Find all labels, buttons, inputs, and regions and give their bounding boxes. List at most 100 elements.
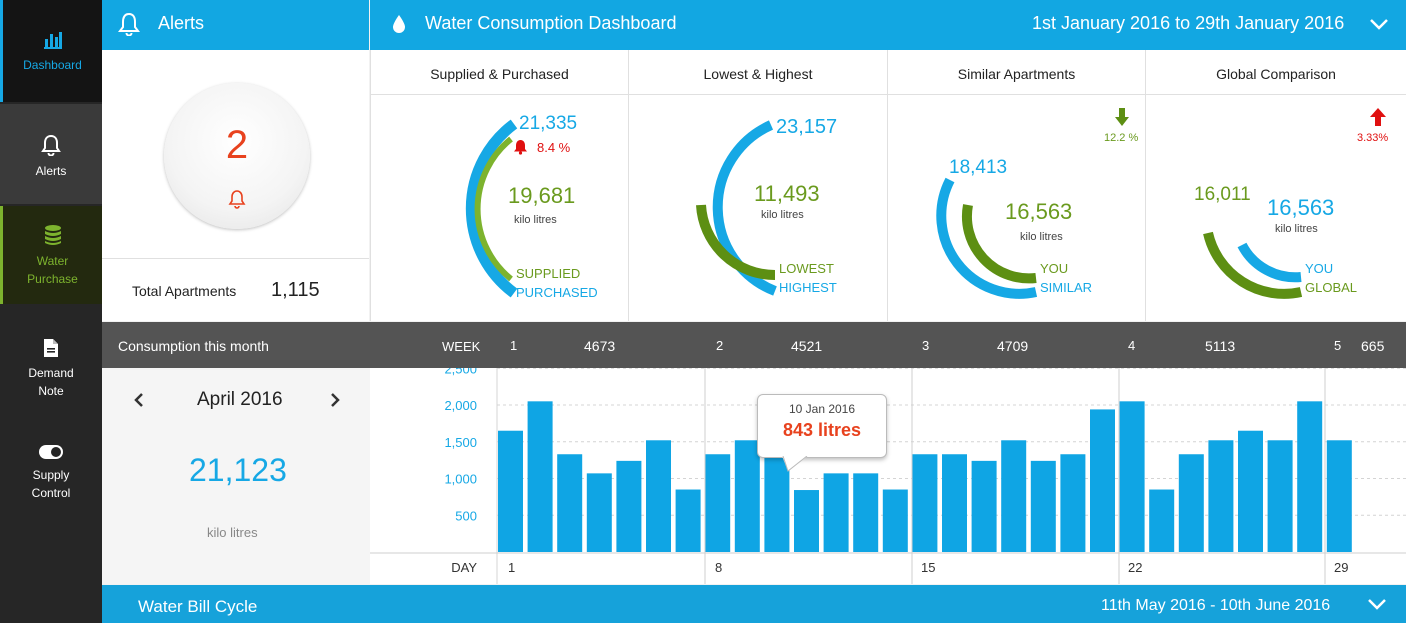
legend-you: YOU — [1040, 261, 1069, 276]
week-label: WEEK — [442, 339, 481, 354]
chart-bar — [646, 440, 671, 552]
legend-you: YOU — [1305, 261, 1334, 276]
week-number: 4 — [1128, 338, 1136, 353]
month-total: 21,123 — [189, 452, 287, 488]
bell-icon — [228, 190, 246, 209]
chart-bar — [1326, 440, 1352, 552]
week-value: 5113 — [1205, 338, 1236, 354]
sidebar-item-water-purchase[interactable]: Water Purchase — [0, 206, 102, 304]
chart-svg: 2,500 2,000 1,500 1,000 500 DAY 1 8 15 22 29 — [370, 361, 1406, 584]
chart-bar — [1297, 401, 1323, 552]
consumption-header: Consumption this month WEEK 1 4673 2 452… — [102, 322, 1406, 368]
chart-tooltip: 10 Jan 2016 843 litres — [757, 394, 887, 472]
card-supplied-purchased: Supplied & Purchased 21,335 8.4 % 19,681… — [370, 50, 628, 321]
chart-bar — [1119, 401, 1145, 552]
chart-bar — [1001, 440, 1027, 552]
day-tick-label: 8 — [715, 560, 722, 575]
change-percent: 3.33% — [1357, 132, 1389, 144]
legend-lowest: LOWEST — [779, 261, 834, 276]
unit-label: kilo litres — [761, 209, 804, 221]
tooltip-pointer — [782, 456, 808, 472]
sidebar: Dashboard Alerts Water Purchase Demand N… — [0, 0, 102, 623]
legend-supplied: SUPPLIED — [516, 266, 581, 281]
chevron-down-icon[interactable] — [1369, 17, 1389, 31]
y-tick-label: 1,500 — [444, 435, 477, 450]
chevron-left-icon[interactable] — [133, 392, 145, 408]
similar-value: 18,413 — [949, 157, 1008, 178]
sidebar-item-label: Dashboard — [23, 58, 82, 72]
card-lowest-highest: Lowest & Highest 23,157 11,493 kilo litr… — [628, 50, 887, 321]
sidebar-item-label: Purchase — [27, 272, 78, 286]
sidebar-item-dashboard[interactable]: Dashboard — [0, 0, 102, 102]
daily-consumption-chart: 2,500 2,000 1,500 1,000 500 DAY 1 8 15 22 29 — [370, 361, 1406, 584]
legend-highest: HIGHEST — [779, 280, 837, 295]
sidebar-item-label: Control — [31, 486, 71, 500]
page-title: Water Consumption Dashboard — [425, 13, 677, 33]
current-month: April 2016 — [197, 389, 283, 410]
legend-similar: SIMILAR — [1040, 280, 1093, 295]
total-label: Total Apartments — [132, 283, 237, 299]
bell-icon — [514, 140, 527, 155]
arrow-down-icon — [1115, 108, 1129, 126]
day-axis-label: DAY — [451, 560, 477, 575]
chart-bar — [1030, 460, 1056, 552]
sidebar-item-supply-control[interactable]: Supply Control — [0, 444, 102, 524]
sidebar-item-demand-note[interactable]: Demand Note — [0, 336, 102, 416]
lowest-value: 11,493 — [754, 181, 820, 206]
document-icon — [44, 339, 58, 357]
sidebar-item-label: Alerts — [35, 164, 67, 178]
chart-bar — [942, 454, 967, 552]
chart-bar — [823, 473, 849, 552]
week-number: 3 — [922, 338, 930, 353]
unit-label: kilo litres — [514, 214, 557, 226]
chart-bar — [794, 490, 819, 552]
day-tick-label: 1 — [508, 560, 515, 575]
chart-bar — [734, 440, 760, 552]
chart-bar — [912, 454, 938, 552]
chart-bar — [1060, 454, 1086, 552]
chart-bar — [1090, 409, 1115, 552]
day-tick-label: 22 — [1128, 560, 1142, 575]
chart-bar — [1178, 454, 1204, 552]
unit-label: kilo litres — [1275, 223, 1318, 235]
tooltip-value: 843 litres — [782, 420, 862, 440]
chart-bar — [616, 460, 642, 552]
toggle-icon — [39, 445, 63, 459]
bill-cycle-dates: 11th May 2016 - 10th June 2016 — [1101, 597, 1331, 614]
highest-value: 23,157 — [776, 116, 838, 138]
chart-bar — [1149, 489, 1175, 552]
alerts-header: Alerts — [102, 0, 369, 50]
day-tick-label: 15 — [921, 560, 935, 575]
consumption-title: Consumption this month — [118, 338, 269, 354]
chart-bar — [675, 489, 701, 552]
month-panel: April 2016 21,123 kilo litres — [102, 368, 370, 584]
y-tick-label: 2,000 — [444, 398, 477, 413]
bell-icon — [41, 134, 61, 156]
alert-counter[interactable]: 2 — [164, 83, 310, 229]
y-tick-label: 500 — [455, 508, 477, 523]
unit-label: kilo litres — [1020, 231, 1063, 243]
sidebar-item-alerts[interactable]: Alerts — [0, 104, 102, 204]
card-title: Similar Apartments — [888, 50, 1145, 95]
week-value: 665 — [1361, 338, 1385, 354]
water-drop-icon — [393, 15, 405, 33]
bar-chart-icon — [43, 32, 62, 49]
sidebar-item-label: Supply — [32, 468, 70, 482]
chart-bar — [1208, 440, 1234, 552]
card-title: Global Comparison — [1146, 50, 1406, 95]
chart-bar — [1267, 440, 1293, 552]
change-percent: 12.2 % — [1104, 132, 1139, 144]
chart-bar — [586, 473, 612, 552]
you-value: 16,563 — [1005, 199, 1073, 224]
card-title: Supplied & Purchased — [371, 50, 628, 95]
arrow-up-icon — [1370, 108, 1386, 126]
bell-icon — [118, 12, 140, 36]
chevron-down-icon[interactable] — [1367, 597, 1387, 611]
global-value: 16,011 — [1194, 184, 1251, 205]
chevron-right-icon[interactable] — [329, 392, 341, 408]
unit-label: kilo litres — [207, 525, 258, 540]
alerts-panel: 2 Total Apartments 1,115 — [102, 50, 369, 321]
bill-cycle-title: Water Bill Cycle — [138, 597, 258, 616]
sidebar-item-label: Note — [38, 384, 64, 398]
total-apartments: Total Apartments 1,115 — [102, 258, 369, 321]
